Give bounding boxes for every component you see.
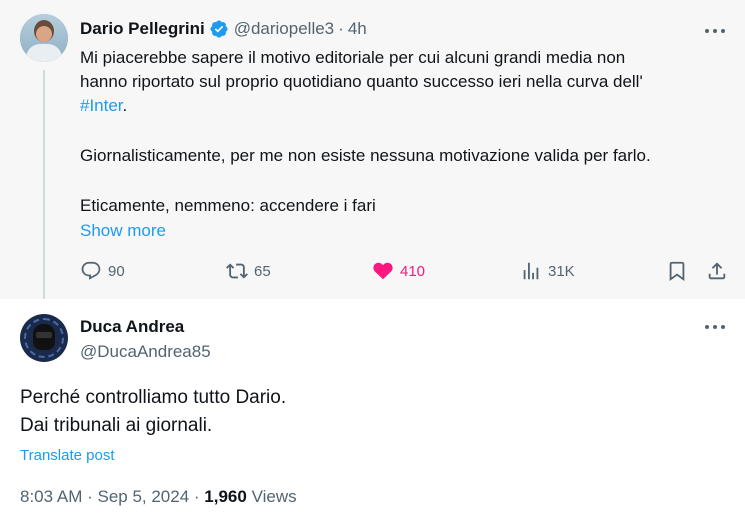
- more-options-icon[interactable]: [705, 28, 725, 34]
- share-icon: [708, 262, 726, 280]
- author-name[interactable]: Duca Andrea: [80, 317, 184, 337]
- tweet-text-line: Eticamente, nemmeno: accendere i fari: [80, 196, 376, 215]
- author-handle[interactable]: @dariopelle3: [234, 19, 334, 39]
- reply-button[interactable]: 90: [80, 260, 125, 282]
- retweet-icon: [226, 263, 248, 279]
- views-count: 1,960: [204, 487, 247, 506]
- thread-line: [43, 70, 45, 299]
- tweet-text-punctuation: .: [122, 96, 128, 115]
- avatar[interactable]: [20, 314, 68, 362]
- show-more-link[interactable]: Show more: [80, 221, 166, 241]
- tweet-text-line: Dai tribunali ai giornali.: [20, 415, 213, 436]
- tweet-text: Mi piacerebbe sapere il motivo editorial…: [80, 46, 730, 218]
- tweet-text: Perché controlliamo tutto Dario. Dai tri…: [20, 384, 286, 440]
- like-button[interactable]: 410: [372, 260, 425, 282]
- tweet-text-line: Perché controlliamo tutto Dario.: [20, 387, 287, 408]
- retweet-button[interactable]: 65: [226, 260, 271, 282]
- reply-count: 90: [108, 262, 125, 280]
- views-icon: [523, 262, 539, 280]
- parent-tweet[interactable]: Dario Pellegrini @dariopelle3 · 4h Mi pi…: [0, 0, 745, 299]
- share-button[interactable]: [706, 260, 734, 282]
- tweet-actions: 90 65 410 31K: [80, 260, 730, 286]
- views-label: Views: [251, 487, 297, 506]
- tweet-meta: 8:03 AM · Sep 5, 2024 · 1,960 Views: [20, 487, 297, 507]
- views-count: 31K: [548, 262, 575, 280]
- more-options-icon[interactable]: [705, 324, 725, 330]
- avatar[interactable]: [20, 14, 68, 62]
- reply-icon: [81, 261, 101, 280]
- translate-post-link[interactable]: Translate post: [20, 447, 115, 464]
- heart-icon: [373, 262, 393, 280]
- bookmark-button[interactable]: [666, 260, 694, 282]
- post-timestamp[interactable]: 8:03 AM · Sep 5, 2024 ·: [20, 487, 200, 506]
- hashtag-link[interactable]: #Inter: [80, 96, 123, 115]
- tweet-text-line: Giornalisticamente, per me non esiste ne…: [80, 146, 651, 165]
- author-name[interactable]: Dario Pellegrini: [80, 19, 205, 39]
- separator-dot: ·: [338, 19, 344, 38]
- bookmark-icon: [669, 261, 685, 282]
- tweet-text-line: hanno riportato sul proprio quotidiano q…: [80, 72, 643, 91]
- views-button[interactable]: 31K: [520, 260, 575, 282]
- tweet-text-line: Mi piacerebbe sapere il motivo editorial…: [80, 48, 626, 67]
- like-count: 410: [400, 262, 426, 280]
- author-handle[interactable]: @DucaAndrea85: [80, 342, 211, 362]
- timestamp[interactable]: 4h: [348, 19, 367, 39]
- tweet-header: Dario Pellegrini @dariopelle3 · 4h: [80, 19, 367, 39]
- retweet-count: 65: [254, 262, 271, 280]
- verified-badge-icon: [210, 20, 228, 38]
